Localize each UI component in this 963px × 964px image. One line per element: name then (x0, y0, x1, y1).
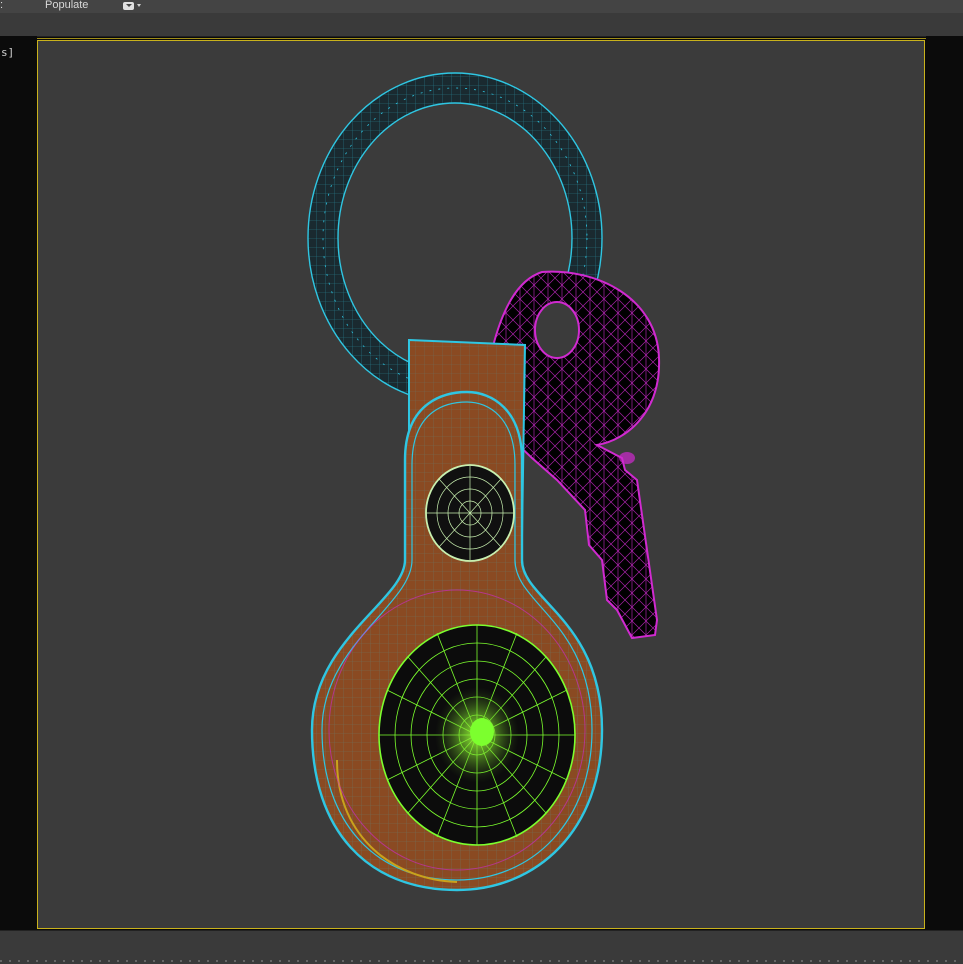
viewport-options-dropdown[interactable] (123, 0, 145, 11)
rivet[interactable] (425, 464, 515, 562)
menu-item-populate[interactable]: Populate (45, 0, 88, 12)
menu-item-partial[interactable]: : (0, 0, 3, 12)
viewport-scene[interactable] (37, 40, 925, 929)
status-bar (0, 930, 963, 964)
left-viewport-panel[interactable] (0, 36, 37, 936)
timeline-ticks (0, 960, 963, 962)
caret-icon (137, 4, 141, 7)
viewport-top-line (0, 38, 963, 39)
viewport-label[interactable]: s] (1, 46, 14, 59)
airtag-disc[interactable] (378, 624, 576, 846)
menu-bar: : Populate (0, 0, 963, 13)
toolbar (0, 13, 963, 37)
chevron-down-icon (123, 1, 134, 10)
right-viewport-panel[interactable] (926, 36, 963, 936)
